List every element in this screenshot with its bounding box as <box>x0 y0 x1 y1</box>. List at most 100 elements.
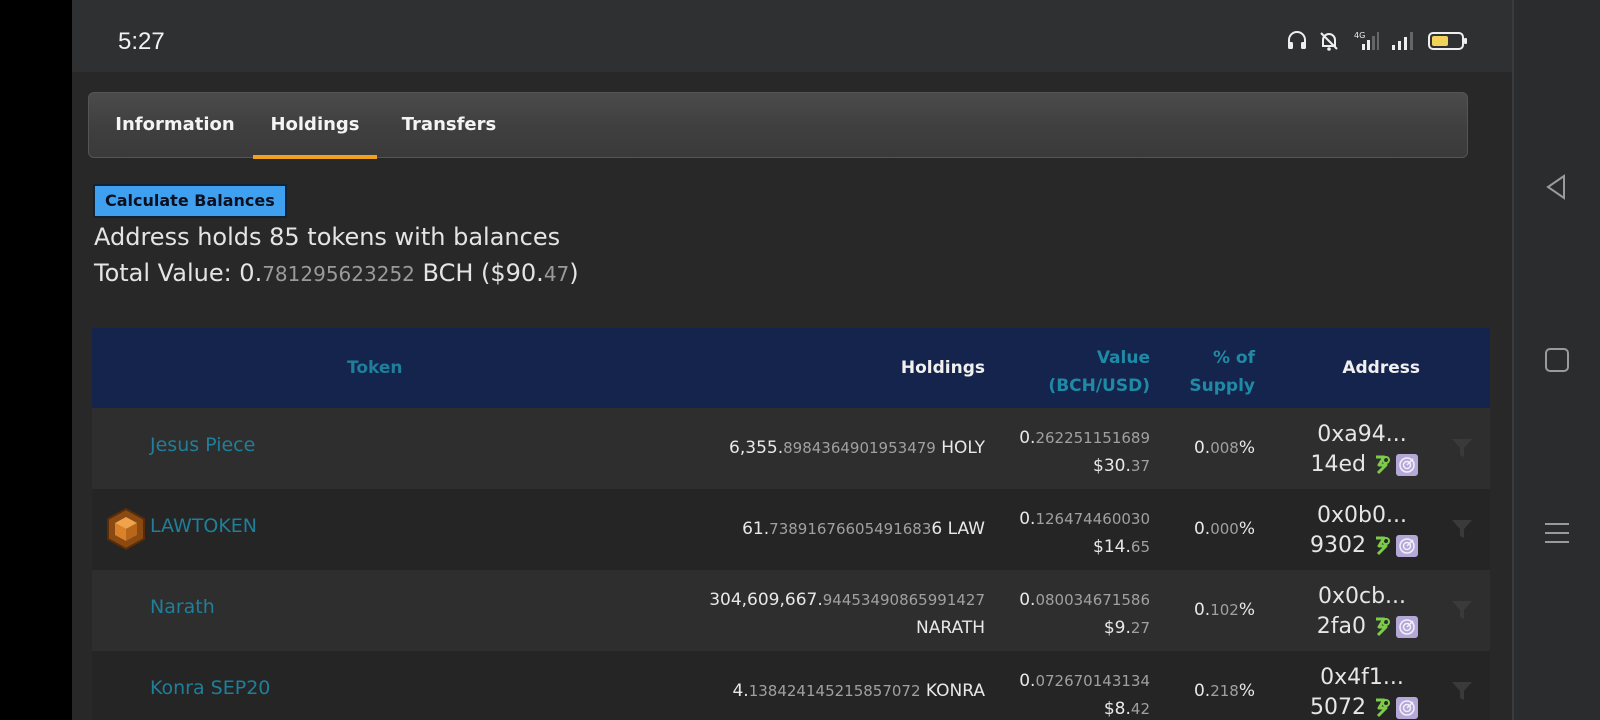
tab-transfers[interactable]: Transfers <box>389 93 509 157</box>
total-usd-frac: 47 <box>543 262 570 286</box>
address-end[interactable]: 5072 <box>1310 693 1366 720</box>
header-value[interactable]: Value (BCH/USD) <box>1048 344 1150 400</box>
header-supply-line1: % of <box>1212 348 1255 368</box>
table-header: Token Holdings Value (BCH/USD) % of Supply… <box>92 328 1490 408</box>
holdings-int: 4. <box>732 681 749 701</box>
holdings-int: 304,609,667. <box>709 590 823 610</box>
holdings-amount: 6,355.8984364901953479 HOLY <box>645 438 985 458</box>
holdings-amount: 61.738916766054916836 LAW <box>645 519 985 539</box>
address-start[interactable]: 0x0b0... <box>1288 501 1418 531</box>
table-row: Konra SEP20 4.138424145215857072 KONRA 0… <box>92 651 1490 720</box>
bell-muted-icon <box>1318 30 1340 56</box>
total-prefix: Total Value: 0. <box>94 259 263 287</box>
token-link[interactable]: LAWTOKEN <box>150 515 257 537</box>
token-address: 0x0cb... 2fa0 <box>1288 582 1418 642</box>
supply-pct: % <box>1238 600 1255 620</box>
holdings-table: Token Holdings Value (BCH/USD) % of Supply… <box>92 328 1490 720</box>
address-start[interactable]: 0x0cb... <box>1288 582 1418 612</box>
token-address: 0xa94... 14ed <box>1288 420 1418 480</box>
supply-int: 0. <box>1193 600 1211 620</box>
smartbch-icon[interactable] <box>1370 616 1392 638</box>
token-link[interactable]: Narath <box>150 596 215 618</box>
bch-int: 0. <box>1019 590 1036 610</box>
bch-int: 0. <box>1019 509 1036 529</box>
address-start[interactable]: 0xa94... <box>1288 420 1418 450</box>
usd-frac: 27 <box>1130 619 1150 637</box>
filter-icon[interactable] <box>1450 436 1474 460</box>
header-value-line1: Value <box>1096 348 1150 368</box>
smartbch-icon[interactable] <box>1370 454 1392 476</box>
tab-information[interactable]: Information <box>105 93 245 157</box>
supply-percent: 0.218% <box>1194 681 1255 701</box>
table-row: Narath 304,609,667.94453490865991427 NARA… <box>92 570 1490 651</box>
filter-icon[interactable] <box>1450 517 1474 541</box>
holdings-int: 6,355. <box>729 438 784 458</box>
radar-icon[interactable] <box>1396 454 1418 476</box>
usd-int: $9. <box>1103 618 1131 638</box>
address-end[interactable]: 14ed <box>1311 450 1367 480</box>
address-end[interactable]: 9302 <box>1310 531 1366 561</box>
holdings-amount: 304,609,667.94453490865991427 NARATH <box>645 586 985 642</box>
status-bar: 5:27 4G <box>72 0 1512 72</box>
bch-frac: 126474460030 <box>1035 510 1150 528</box>
holdings-symbol: 6 LAW <box>931 519 985 539</box>
tab-bar: Information Holdings Transfers <box>88 92 1468 159</box>
calculate-balances-button[interactable]: Calculate Balances <box>93 184 287 218</box>
supply-frac: 102 <box>1210 601 1239 619</box>
signal-4g-icon: 4G <box>1350 30 1380 56</box>
value-cell: 0.072670143134 $8.42 <box>1019 667 1150 720</box>
address-start[interactable]: 0x4f1... <box>1288 663 1418 693</box>
tab-holdings[interactable]: Holdings <box>253 93 377 159</box>
bch-int: 0. <box>1019 428 1036 448</box>
supply-pct: % <box>1238 438 1255 458</box>
app-screen: 5:27 4G Information Holdings Transfers C… <box>72 0 1512 720</box>
usd-int: $14. <box>1093 537 1131 557</box>
header-holdings[interactable]: Holdings <box>901 358 985 378</box>
smartbch-icon[interactable] <box>1370 535 1392 557</box>
total-bch-frac: 781295623252 <box>262 262 415 286</box>
home-icon[interactable] <box>1542 345 1572 375</box>
header-token[interactable]: Token <box>347 358 403 378</box>
usd-int: $30. <box>1093 456 1131 476</box>
header-value-line2: (BCH/USD) <box>1048 376 1150 396</box>
supply-pct: % <box>1238 681 1255 701</box>
smartbch-icon[interactable] <box>1370 697 1392 719</box>
supply-int: 0. <box>1193 519 1211 539</box>
radar-icon[interactable] <box>1396 616 1418 638</box>
table-row: LAWTOKEN 61.738916766054916836 LAW 0.126… <box>92 489 1490 570</box>
token-link[interactable]: Jesus Piece <box>150 434 255 456</box>
token-link[interactable]: Konra SEP20 <box>150 677 270 699</box>
supply-frac: 000 <box>1210 520 1239 538</box>
usd-int: $8. <box>1103 699 1131 719</box>
token-address: 0x0b0... 9302 <box>1288 501 1418 561</box>
supply-pct: % <box>1238 519 1255 539</box>
holdings-frac: 73891676605491683 <box>769 520 932 538</box>
menu-icon[interactable] <box>1542 518 1572 548</box>
address-end[interactable]: 2fa0 <box>1317 612 1366 642</box>
header-supply[interactable]: % of Supply <box>1189 344 1255 400</box>
clock: 5:27 <box>118 28 165 55</box>
battery-icon <box>1428 30 1468 56</box>
total-mid: BCH ($90. <box>414 259 544 287</box>
table-row: Jesus Piece 6,355.8984364901953479 HOLY … <box>92 408 1490 489</box>
bch-int: 0. <box>1019 671 1036 691</box>
radar-icon[interactable] <box>1396 697 1418 719</box>
supply-percent: 0.000% <box>1194 519 1255 539</box>
value-cell: 0.262251151689 $30.37 <box>1019 424 1150 480</box>
back-icon[interactable] <box>1542 172 1572 202</box>
token-address: 0x4f1... 5072 <box>1288 663 1418 720</box>
supply-percent: 0.102% <box>1194 600 1255 620</box>
bch-frac: 080034671586 <box>1035 591 1150 609</box>
value-cell: 0.080034671586 $9.27 <box>1019 586 1150 642</box>
value-cell: 0.126474460030 $14.65 <box>1019 505 1150 561</box>
filter-icon[interactable] <box>1450 598 1474 622</box>
supply-int: 0. <box>1193 681 1211 701</box>
filter-icon[interactable] <box>1450 679 1474 703</box>
radar-icon[interactable] <box>1396 535 1418 557</box>
bch-frac: 072670143134 <box>1035 672 1150 690</box>
signal-icon <box>1390 30 1418 56</box>
holdings-amount: 4.138424145215857072 KONRA <box>645 681 985 701</box>
header-supply-line2: Supply <box>1189 376 1255 396</box>
usd-frac: 42 <box>1130 700 1150 718</box>
header-address: Address <box>1342 358 1420 378</box>
